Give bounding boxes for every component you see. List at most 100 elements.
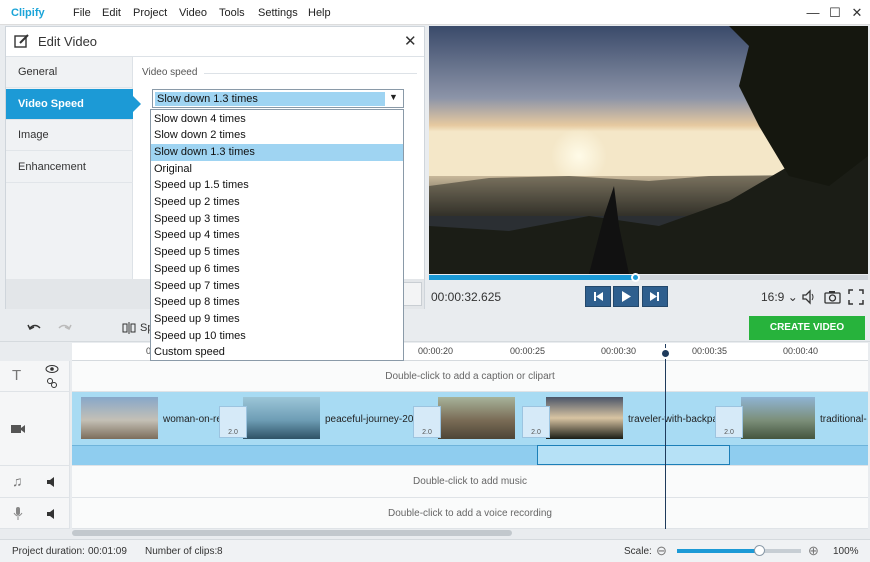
playhead-handle[interactable] <box>660 348 671 359</box>
speed-option[interactable]: Speed up 2 times <box>151 194 403 211</box>
video-speed-label: Video speed <box>142 67 198 78</box>
speed-select[interactable]: Slow down 1.3 times ▼ <box>152 89 404 108</box>
app-logo: Clipify <box>11 7 45 19</box>
redo-icon[interactable] <box>56 321 72 335</box>
zoom-in-icon[interactable]: ⊕ <box>808 543 819 559</box>
video-preview[interactable] <box>429 26 868 274</box>
voice-lane-head <box>0 498 70 529</box>
speed-option[interactable]: Custom speed <box>151 344 403 361</box>
ruler-tick-label: 00:00:40 <box>783 346 819 356</box>
speed-option[interactable]: Speed up 7 times <box>151 278 403 295</box>
skip-forward-button[interactable] <box>642 286 668 307</box>
scrollbar-thumb[interactable] <box>72 530 512 536</box>
split-icon[interactable] <box>122 321 136 335</box>
clip-thumbnail[interactable] <box>81 397 158 439</box>
clip-thumbnail[interactable] <box>741 397 815 439</box>
timeline-scrollbar[interactable] <box>72 529 868 537</box>
dropdown-arrow-icon[interactable]: ▼ <box>389 92 398 102</box>
clip-thumbnail[interactable] <box>546 397 623 439</box>
video-camera-icon <box>11 425 25 433</box>
close-window-icon[interactable]: ✕ <box>846 4 868 22</box>
playhead-line[interactable] <box>665 344 666 529</box>
panel-sidebar: General Video Speed Image Enhancement <box>6 57 141 309</box>
speed-option[interactable]: Original <box>151 161 403 178</box>
skip-back-icon <box>594 292 603 301</box>
menu-edit[interactable]: Edit <box>102 7 121 19</box>
caption-lane[interactable]: Double-click to add a caption or clipart <box>72 361 868 392</box>
speed-option[interactable]: Speed up 10 times <box>151 328 403 345</box>
speed-option[interactable]: Speed up 8 times <box>151 294 403 311</box>
panel-header: Edit Video ✕ <box>6 27 424 57</box>
zoom-slider[interactable] <box>677 545 801 556</box>
timeline: T Double-click to add a caption or clipa… <box>0 361 870 529</box>
menu-settings[interactable]: Settings <box>258 7 298 19</box>
speed-option[interactable]: Slow down 1.3 times <box>151 143 403 161</box>
tab-general[interactable]: General <box>6 57 133 88</box>
edit-icon <box>14 34 29 48</box>
volume-icon[interactable] <box>801 289 817 305</box>
speed-option[interactable]: Speed up 3 times <box>151 211 403 228</box>
transition-tile[interactable]: 2.0 <box>413 406 441 438</box>
clips-count-label: Number of clips: <box>145 546 218 557</box>
speed-option[interactable]: Speed up 5 times <box>151 244 403 261</box>
zoom-out-icon[interactable]: ⊖ <box>656 543 667 559</box>
tab-image[interactable]: Image <box>6 120 133 151</box>
transition-tile[interactable]: 2.0 <box>219 406 247 438</box>
divider <box>204 73 417 74</box>
clip-name: traveler-with-backpa <box>628 414 719 425</box>
link-icon[interactable] <box>46 377 58 389</box>
audio-strip <box>72 445 868 465</box>
scale-label: Scale: <box>624 546 652 557</box>
speed-option[interactable]: Slow down 2 times <box>151 127 403 144</box>
close-panel-icon[interactable]: ✕ <box>404 32 417 50</box>
clip-name: traditional- <box>820 414 867 425</box>
voice-lane[interactable]: Double-click to add a voice recording <box>72 498 868 529</box>
tab-enhancement[interactable]: Enhancement <box>6 152 133 183</box>
tab-video-speed[interactable]: Video Speed <box>6 89 141 120</box>
transition-duration: 2.0 <box>228 429 238 436</box>
create-video-button[interactable]: CREATE VIDEO <box>749 316 865 340</box>
speed-option[interactable]: Speed up 6 times <box>151 261 403 278</box>
transition-tile[interactable]: 2.0 <box>522 406 550 438</box>
snapshot-icon[interactable] <box>824 289 841 305</box>
minimize-icon[interactable]: — <box>802 4 824 22</box>
speed-option[interactable]: Speed up 1.5 times <box>151 177 403 194</box>
transition-tile[interactable]: 2.0 <box>715 406 743 438</box>
ruler-tick-label: 00:00:30 <box>601 346 637 356</box>
menu-project[interactable]: Project <box>133 7 167 19</box>
zoom-value: 100% <box>833 546 859 557</box>
text-icon[interactable]: T <box>12 367 21 384</box>
menu-help[interactable]: Help <box>308 7 331 19</box>
title-bar: Clipify File Edit Project Video Tools Se… <box>0 0 870 25</box>
fullscreen-icon[interactable] <box>848 289 864 305</box>
zoom-slider-handle[interactable] <box>754 545 765 556</box>
speed-select-value: Slow down 1.3 times <box>155 92 385 106</box>
play-button[interactable] <box>613 286 639 307</box>
speed-option[interactable]: Slow down 4 times <box>151 111 403 128</box>
eye-icon[interactable] <box>45 364 59 374</box>
selected-audio-segment[interactable] <box>537 445 730 465</box>
menu-video[interactable]: Video <box>179 7 207 19</box>
duration-label: Project duration: <box>12 546 85 557</box>
skip-forward-icon <box>650 292 659 301</box>
clip-thumbnail[interactable] <box>243 397 320 439</box>
clip-name: peaceful-journey-20 <box>325 414 414 425</box>
speed-option[interactable]: Speed up 9 times <box>151 311 403 328</box>
speed-option[interactable]: Speed up 4 times <box>151 227 403 244</box>
status-bar: Project duration: 00:01:09 Number of cli… <box>0 539 870 562</box>
menu-file[interactable]: File <box>73 7 91 19</box>
undo-icon[interactable] <box>27 321 43 335</box>
clip-name: woman-on-re <box>163 414 222 425</box>
panel-title: Edit Video <box>38 34 98 49</box>
skip-back-button[interactable] <box>585 286 611 307</box>
music-lane[interactable]: Double-click to add music <box>72 466 868 498</box>
progress-handle[interactable] <box>631 273 641 282</box>
video-lane-head <box>0 392 70 466</box>
clip-thumbnail[interactable] <box>438 397 515 439</box>
menu-tools[interactable]: Tools <box>219 7 245 19</box>
music-volume-icon[interactable] <box>46 476 59 488</box>
voice-volume-icon[interactable] <box>46 508 59 520</box>
playback-progress[interactable] <box>429 273 868 282</box>
aspect-ratio-select[interactable]: 16:9 ⌄ <box>761 290 798 304</box>
maximize-icon[interactable]: ☐ <box>824 4 846 22</box>
